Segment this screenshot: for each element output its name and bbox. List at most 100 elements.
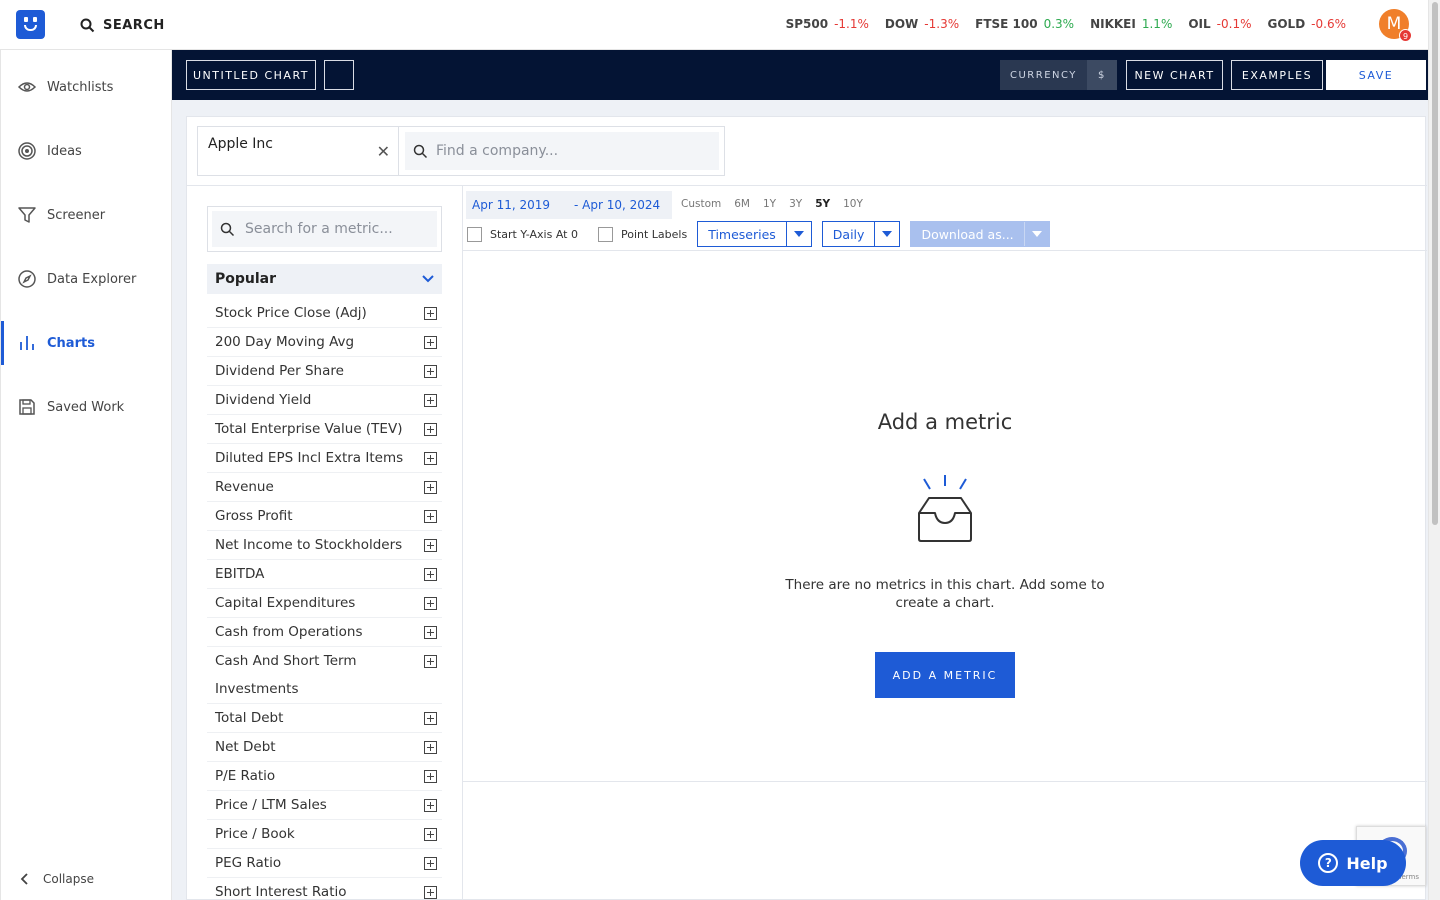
sidebar-item-screener[interactable]: Screener xyxy=(1,193,172,237)
sidebar-item-watchlists[interactable]: Watchlists xyxy=(1,65,172,109)
metric-item[interactable]: Total Enterprise Value (TEV) xyxy=(207,415,442,444)
metric-item[interactable]: Cash And Short Term Investments xyxy=(207,647,442,704)
metric-item[interactable]: Dividend Per Share xyxy=(207,357,442,386)
metric-item[interactable]: Net Debt xyxy=(207,733,442,762)
global-search-button[interactable]: SEARCH xyxy=(80,18,165,33)
top-bar: SEARCH SP500 -1.1% DOW -1.3% FTSE 100 0.3% NIK… xyxy=(0,0,1428,50)
add-metric-icon[interactable] xyxy=(424,741,437,754)
chart-title-edit-button[interactable] xyxy=(324,60,354,90)
help-label: Help xyxy=(1346,853,1388,873)
empty-state-text: There are no metrics in this chart. Add … xyxy=(785,577,1105,611)
add-metric-icon[interactable] xyxy=(424,857,437,870)
metric-item[interactable]: Capital Expenditures xyxy=(207,589,442,618)
app-logo[interactable] xyxy=(16,10,45,39)
add-metric-icon[interactable] xyxy=(424,799,437,812)
ticker-gold[interactable]: GOLD -0.6% xyxy=(1268,17,1347,31)
range-3y[interactable]: 3Y xyxy=(789,198,802,210)
frequency-dropdown[interactable]: Daily xyxy=(821,221,901,247)
add-metric-icon[interactable] xyxy=(424,770,437,783)
new-chart-button[interactable]: NEW CHART xyxy=(1126,60,1223,90)
add-metric-icon[interactable] xyxy=(424,365,437,378)
ticker-nikkei[interactable]: NIKKEI 1.1% xyxy=(1090,17,1172,31)
add-metric-icon[interactable] xyxy=(424,712,437,725)
metric-item-label: Diluted EPS Incl Extra Items xyxy=(215,450,404,466)
range-6m[interactable]: 6M xyxy=(734,198,750,210)
compass-icon xyxy=(18,270,36,288)
add-metric-icon[interactable] xyxy=(424,394,437,407)
add-metric-icon[interactable] xyxy=(424,481,437,494)
add-metric-icon[interactable] xyxy=(424,539,437,552)
examples-button[interactable]: EXAMPLES xyxy=(1231,60,1323,90)
add-metric-icon[interactable] xyxy=(424,423,437,436)
point-labels-checkbox[interactable] xyxy=(597,226,613,242)
add-metric-icon[interactable] xyxy=(424,597,437,610)
metric-item-label: Capital Expenditures xyxy=(215,595,356,611)
chart-type-dropdown[interactable]: Timeseries xyxy=(697,221,812,247)
sidebar-item-saved-work[interactable]: Saved Work xyxy=(1,385,172,429)
remove-company-icon[interactable]: ✕ xyxy=(377,142,390,161)
metric-item[interactable]: Stock Price Close (Adj) xyxy=(207,299,442,328)
chart-title-button[interactable]: UNTITLED CHART xyxy=(186,60,316,90)
metric-item[interactable]: Dividend Yield xyxy=(207,386,442,415)
divider xyxy=(463,250,1427,251)
metric-item[interactable]: Short Interest Ratio xyxy=(207,878,442,900)
caret-down-icon xyxy=(787,222,811,246)
metric-item-label: Cash from Operations xyxy=(215,624,363,640)
metric-item[interactable]: P/E Ratio xyxy=(207,762,442,791)
metric-search-input[interactable]: Search for a metric... xyxy=(207,206,442,252)
metric-item[interactable]: PEG Ratio xyxy=(207,849,442,878)
download-label: Download as... xyxy=(911,222,1025,246)
inbox-icon xyxy=(918,475,972,542)
divider xyxy=(463,781,1427,782)
company-search-input[interactable]: Find a company... xyxy=(405,132,719,170)
avatar[interactable]: M 9 xyxy=(1379,9,1412,42)
start-y-axis-checkbox[interactable] xyxy=(467,226,482,242)
collapse-button[interactable]: Collapse xyxy=(19,872,94,886)
add-metric-button[interactable]: ADD A METRIC xyxy=(875,652,1015,698)
metric-item[interactable]: Gross Profit xyxy=(207,502,442,531)
add-metric-icon[interactable] xyxy=(424,568,437,581)
selected-company-tag: Apple Inc ✕ xyxy=(198,127,399,175)
metric-item[interactable]: Diluted EPS Incl Extra Items xyxy=(207,444,442,473)
add-metric-icon[interactable] xyxy=(424,655,437,668)
help-button[interactable]: ? Help xyxy=(1300,840,1406,886)
add-metric-icon[interactable] xyxy=(424,452,437,465)
add-metric-icon[interactable] xyxy=(424,626,437,639)
filter-icon xyxy=(18,207,36,223)
add-metric-icon[interactable] xyxy=(424,510,437,523)
ticker-name: FTSE 100 xyxy=(975,17,1038,31)
range-5y[interactable]: 5Y xyxy=(815,198,830,210)
sidebar-item-ideas[interactable]: Ideas xyxy=(1,129,172,173)
ticker-sp500[interactable]: SP500 -1.1% xyxy=(786,17,869,31)
add-metric-icon[interactable] xyxy=(424,886,437,899)
metric-item[interactable]: Net Income to Stockholders xyxy=(207,531,442,560)
scrollbar-thumb[interactable] xyxy=(1432,2,1438,525)
sidebar-item-data-explorer[interactable]: Data Explorer xyxy=(1,257,172,301)
range-custom[interactable]: Custom xyxy=(681,198,721,210)
metric-item[interactable]: Price / LTM Sales xyxy=(207,791,442,820)
sidebar-item-charts[interactable]: Charts xyxy=(1,321,172,365)
ticker-oil[interactable]: OIL -0.1% xyxy=(1188,17,1251,31)
metric-item[interactable]: Price / Book xyxy=(207,820,442,849)
metric-search-field[interactable]: Search for a metric... xyxy=(212,211,437,247)
range-1y[interactable]: 1Y xyxy=(763,198,776,210)
add-metric-icon[interactable] xyxy=(424,307,437,320)
metric-item[interactable]: Cash from Operations xyxy=(207,618,442,647)
download-dropdown[interactable]: Download as... xyxy=(910,221,1050,247)
save-button[interactable]: SAVE xyxy=(1326,60,1426,90)
page-scrollbar[interactable] xyxy=(1428,0,1440,900)
metric-category-dropdown[interactable]: Popular xyxy=(207,264,442,294)
chart-type-value: Timeseries xyxy=(698,222,787,246)
add-metric-icon[interactable] xyxy=(424,828,437,841)
caret-down-icon xyxy=(875,222,899,246)
metric-item[interactable]: Total Debt xyxy=(207,704,442,733)
currency-selector[interactable]: CURRENCY $ xyxy=(1000,60,1117,90)
metric-item[interactable]: Revenue xyxy=(207,473,442,502)
date-range-picker[interactable]: Apr 11, 2019 - Apr 10, 2024 xyxy=(466,191,672,219)
metric-item[interactable]: EBITDA xyxy=(207,560,442,589)
metric-item[interactable]: 200 Day Moving Avg xyxy=(207,328,442,357)
add-metric-icon[interactable] xyxy=(424,336,437,349)
ticker-dow[interactable]: DOW -1.3% xyxy=(885,17,959,31)
ticker-ftse-100[interactable]: FTSE 100 0.3% xyxy=(975,17,1074,31)
range-10y[interactable]: 10Y xyxy=(843,198,863,210)
